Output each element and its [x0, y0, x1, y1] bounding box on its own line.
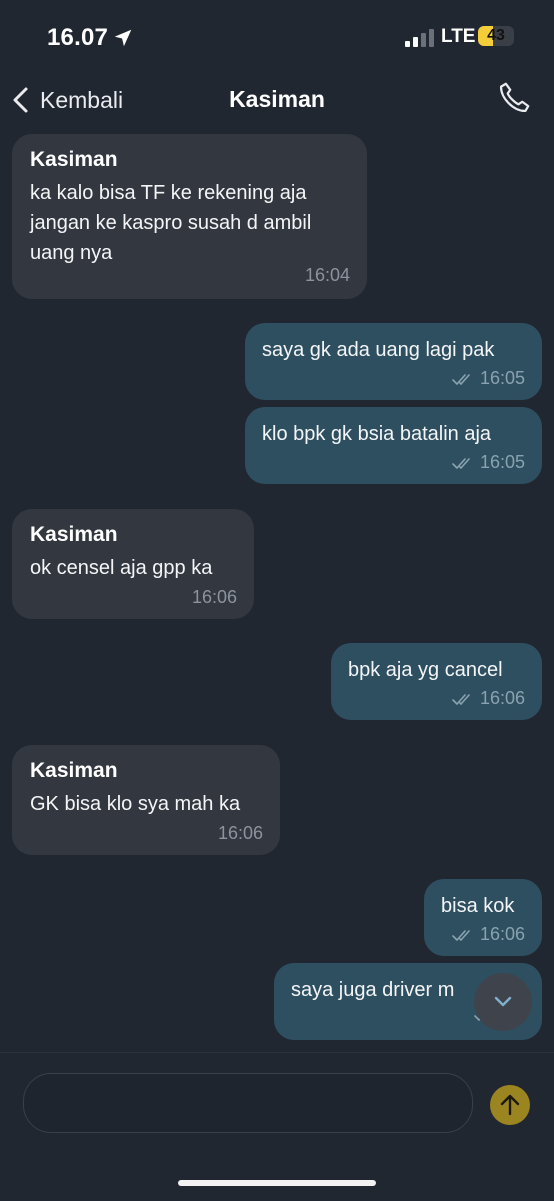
message-sender: Kasiman [30, 148, 118, 171]
message-text: ka kalo bisa TF ke rekening aja jangan k… [30, 182, 312, 264]
arrow-up-icon [500, 1094, 520, 1116]
message-bubble[interactable]: Kasiman ok censel aja gpp ka 16:06 [12, 509, 254, 619]
message-text: GK bisa klo sya mah ka [30, 793, 241, 815]
message-bubble[interactable]: saya gk ada uang lagi pak 16:05 [245, 323, 542, 400]
message-text: bisa kok [441, 895, 515, 917]
battery-level: 43 [487, 27, 505, 44]
message-input[interactable] [23, 1073, 473, 1133]
message-time: 16:05 [452, 368, 525, 389]
message-time: 16:06 [217, 823, 263, 843]
message-time: 16:05 [452, 452, 525, 473]
message-time: 16:04 [304, 265, 350, 285]
chevron-down-icon [494, 996, 512, 1007]
battery-indicator: 43 [478, 26, 514, 46]
phone-icon[interactable] [496, 80, 532, 116]
message-text: saya gk ada uang lagi pak [262, 339, 495, 361]
network-type: LTE [441, 26, 476, 47]
message-bubble[interactable]: Kasiman ka kalo bisa TF ke rekening aja … [12, 134, 367, 299]
message-sender: Kasiman [30, 523, 118, 546]
message-time: 16:06 [191, 587, 237, 607]
message-time: 16:06 [452, 688, 525, 709]
message-text: bpk aja yg cancel [348, 659, 503, 681]
message-bubble[interactable]: Kasiman GK bisa klo sya mah ka 16:06 [12, 745, 280, 855]
status-bar: 16.07 LTE 43 [0, 0, 554, 70]
message-sender: Kasiman [30, 759, 118, 782]
send-button[interactable] [490, 1085, 530, 1125]
chat-title: Kasiman [229, 86, 325, 112]
home-indicator[interactable] [178, 1180, 376, 1186]
message-time: 16:06 [452, 924, 525, 945]
status-time: 16.07 [47, 24, 109, 51]
message-bubble[interactable]: bpk aja yg cancel 16:06 [331, 643, 542, 720]
double-check-icon [452, 373, 470, 385]
message-bubble[interactable]: klo bpk gk bsia batalin aja 16:05 [245, 407, 542, 484]
double-check-icon [452, 693, 470, 705]
message-text: ok censel aja gpp ka [30, 557, 213, 579]
location-arrow-icon [114, 29, 132, 47]
double-check-icon [452, 457, 470, 469]
message-bubble[interactable]: bisa kok 16:06 [424, 879, 542, 956]
signal-icon [405, 29, 434, 47]
message-text: klo bpk gk bsia batalin aja [262, 423, 492, 445]
message-text: saya juga driver m [291, 979, 455, 1001]
chat-header: Kembali Kasiman [0, 70, 554, 130]
composer-bar [0, 1052, 554, 1201]
double-check-icon [452, 929, 470, 941]
scroll-to-bottom-button[interactable] [474, 973, 532, 1031]
